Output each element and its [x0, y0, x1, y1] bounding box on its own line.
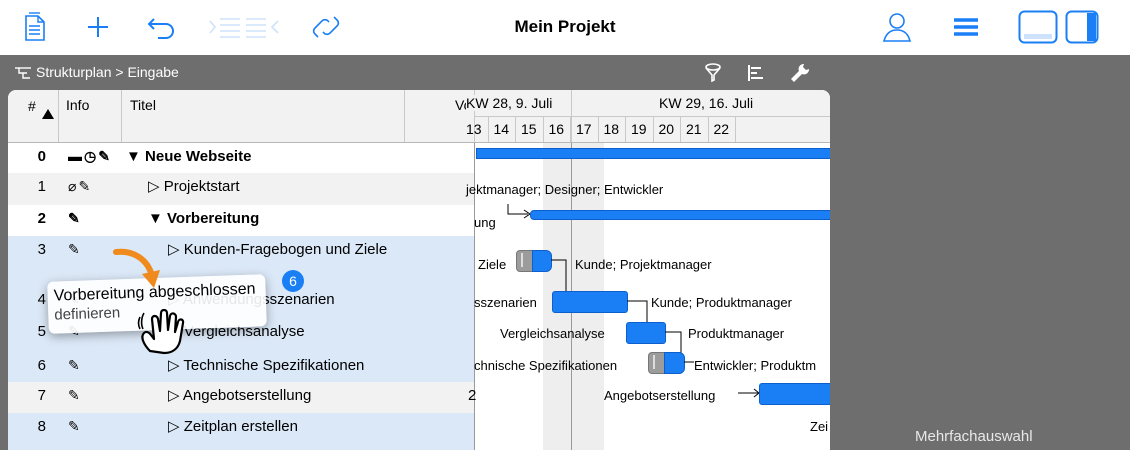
gantt-bar-vergleichsanalyse[interactable] [626, 322, 666, 344]
row-title[interactable]: ▷ Projektstart [148, 178, 394, 196]
gantt-day-18: 18 [603, 121, 620, 137]
gantt-label-row7: Angebotserstellung [604, 388, 716, 403]
note-icon: ✎ [68, 357, 80, 373]
note-icon: ✎ [68, 210, 80, 226]
multi-select-label[interactable]: Mehrfachauswahl [915, 428, 1033, 445]
sort-ascending-icon[interactable] [42, 106, 54, 124]
column-header-num[interactable]: # [28, 98, 36, 114]
note-icon: ✎ [98, 148, 110, 164]
gantt-label-row4-left: sszenarien [474, 295, 537, 310]
row-title[interactable]: ▷ Zeitplan erstellen [168, 418, 394, 436]
row-info-icons[interactable]: ✎ [68, 357, 82, 374]
gantt-label-row4-right: Kunde; Produktmanager [651, 295, 792, 310]
table-row[interactable]: 1 ⌀ ✎ ▷ Projektstart [8, 178, 830, 205]
row-vo-value: 2 [468, 387, 477, 404]
gantt-day-16: 16 [548, 121, 565, 137]
row-number: 4 [37, 291, 46, 308]
table-row[interactable]: 8 ✎ ▷ Zeitplan erstellen [8, 418, 830, 450]
gantt-day-19: 19 [630, 121, 647, 137]
row-info-icons[interactable]: ⌀ ✎ [68, 178, 92, 195]
breadcrumb: Strukturplan > Eingabe [0, 55, 830, 90]
gantt-day-20: 20 [658, 121, 675, 137]
gantt-label-row1: jektmanager; Designer; Entwickler [466, 182, 664, 197]
gantt-day-17: 17 [575, 121, 592, 137]
structure-icon[interactable] [14, 66, 32, 83]
row-title[interactable]: ▼ Neue Webseite [126, 148, 394, 166]
hand-cursor-icon [136, 305, 188, 360]
breadcrumb-text[interactable]: Strukturplan > Eingabe [36, 64, 179, 80]
gantt-bar-anwendungsszenarien[interactable] [552, 291, 628, 313]
row-info-icons[interactable]: ▬ ◷ ✎ [68, 148, 112, 165]
row-info-icons[interactable]: ✎ [68, 210, 82, 227]
bottom-panel-icon[interactable] [1018, 8, 1058, 46]
note-icon: ✎ [68, 241, 80, 257]
row-info-icons[interactable]: ✎ [68, 387, 82, 404]
row-number: 2 [37, 210, 46, 227]
column-header-info[interactable]: Info [66, 97, 89, 113]
person-icon[interactable] [882, 8, 912, 46]
row-title[interactable]: ▷ Kunden-Fragebogen und Ziele [168, 241, 394, 281]
row-number: 3 [37, 241, 46, 258]
gantt-label-row6-left: chnische Spezifikationen [474, 358, 618, 373]
folder-icon: ▬ [68, 148, 82, 164]
row-title[interactable]: ▷ Technische Spezifikationen [168, 357, 394, 375]
note-icon: ✎ [68, 418, 80, 434]
gantt-day-13: 13 [465, 121, 482, 137]
gantt-label-row5-left: Vergleichsanalyse [500, 326, 605, 341]
gantt-label-row6-right: Entwickler; Produktm [694, 358, 817, 373]
row-number: 1 [37, 178, 46, 195]
gantt-bar-angebotserstellung[interactable] [759, 383, 830, 405]
filter-icon[interactable] [704, 63, 722, 86]
gantt-bar-technische-spezifikationen[interactable] [664, 352, 685, 374]
gantt-label-row3-left: Ziele [478, 257, 507, 272]
wrench-icon[interactable] [790, 63, 810, 86]
drag-count-badge: 6 [282, 270, 304, 292]
gantt-day-22: 22 [713, 121, 730, 137]
row-number: 7 [37, 387, 46, 404]
table-panel: # Info Titel Vo KW 28, 9. Juli KW 29, 16… [8, 90, 830, 450]
gantt-week-29: KW 29, 16. Juli [659, 95, 754, 111]
row-title[interactable]: ▷ Angebotserstellung [168, 387, 394, 405]
gantt-week-28: KW 28, 9. Juli [466, 95, 557, 111]
paperclip-icon: ⌀ [68, 178, 77, 194]
row-number: 0 [37, 148, 46, 165]
gantt-bar-kunden-fragebogen[interactable] [532, 250, 552, 272]
gantt-day-15: 15 [520, 121, 537, 137]
side-panel-icon[interactable] [1065, 8, 1099, 46]
gantt-icon[interactable] [747, 64, 765, 85]
row-info-icons[interactable]: ✎ [68, 418, 82, 435]
clock-icon: ◷ [84, 148, 97, 164]
gantt-label-row5-right: Produktmanager [688, 326, 785, 341]
gantt-day-14: 14 [493, 121, 510, 137]
note-icon: ✎ [78, 178, 91, 194]
row-number: 8 [37, 418, 46, 435]
gantt-label-row3-right: Kunde; Projektmanager [575, 257, 712, 272]
gantt-label-row2: ung [474, 215, 496, 230]
drag-ghost-label: definieren [54, 304, 121, 324]
gantt-day-21: 21 [685, 121, 702, 137]
gantt-label-row8: Zei [810, 419, 829, 434]
gantt-bar-vorbereitung[interactable] [530, 210, 830, 220]
row-info-icons[interactable]: ✎ [68, 241, 82, 258]
toolbar: Mein Projekt [0, 0, 1130, 55]
menu-icon[interactable] [953, 8, 979, 46]
row-number: 6 [37, 357, 46, 374]
column-header-title[interactable]: Titel [130, 97, 156, 113]
row-title[interactable]: ▼ Vorbereitung [148, 210, 394, 228]
gantt-bar-neue-webseite[interactable] [476, 148, 830, 159]
note-icon: ✎ [68, 387, 80, 403]
arrow-icon [112, 246, 162, 297]
row-number: 5 [37, 323, 46, 340]
